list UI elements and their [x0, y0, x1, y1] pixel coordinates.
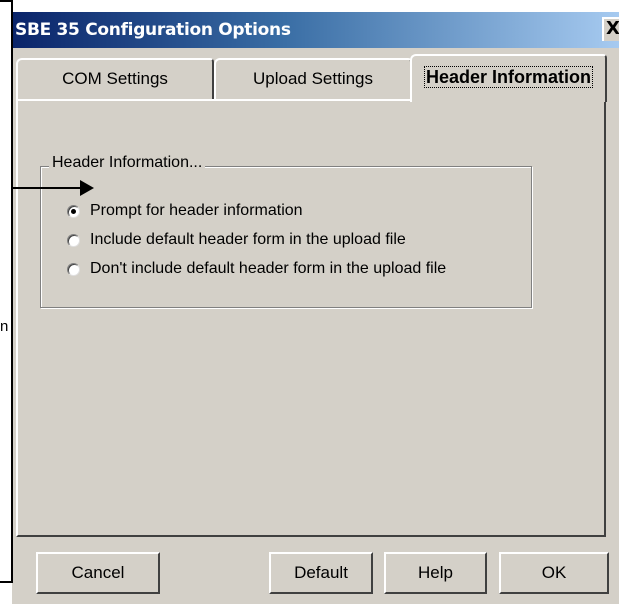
- tab-upload-settings[interactable]: Upload Settings: [214, 58, 412, 100]
- radio-prompt-header-label: Prompt for header information: [90, 202, 303, 219]
- radio-include-default-header[interactable]: Include default header form in the uploa…: [67, 229, 406, 251]
- callout-leader-line: [13, 187, 84, 189]
- radio-include-default-header-label: Include default header form in the uploa…: [90, 231, 406, 248]
- tab-header-information-label: Header Information: [423, 66, 594, 88]
- help-button[interactable]: Help: [384, 552, 487, 594]
- window-title: SBE 35 Configuration Options: [15, 20, 291, 40]
- default-button[interactable]: Default: [269, 552, 373, 594]
- radio-prompt-header[interactable]: Prompt for header information: [67, 200, 303, 222]
- radio-button-checked-icon[interactable]: [67, 204, 80, 218]
- ok-button[interactable]: OK: [499, 552, 609, 594]
- tab-com-settings[interactable]: COM Settings: [16, 58, 214, 100]
- close-button[interactable]: X: [602, 17, 619, 41]
- tab-com-settings-label: COM Settings: [62, 69, 168, 88]
- groupbox-legend: Header Information...: [49, 154, 206, 172]
- radio-exclude-default-header-label: Don't include default header form in the…: [90, 260, 447, 277]
- cancel-button[interactable]: Cancel: [36, 552, 160, 594]
- radio-button-icon[interactable]: [67, 262, 80, 276]
- callout-box: [0, 0, 13, 583]
- arrow-right-icon: [80, 180, 94, 196]
- radio-exclude-default-header[interactable]: Don't include default header form in the…: [67, 258, 446, 280]
- tab-upload-settings-label: Upload Settings: [252, 69, 374, 88]
- tab-header-information[interactable]: Header Information: [410, 54, 607, 102]
- radio-button-icon[interactable]: [67, 233, 80, 247]
- title-bar[interactable]: SBE 35 Configuration Options X: [12, 12, 619, 48]
